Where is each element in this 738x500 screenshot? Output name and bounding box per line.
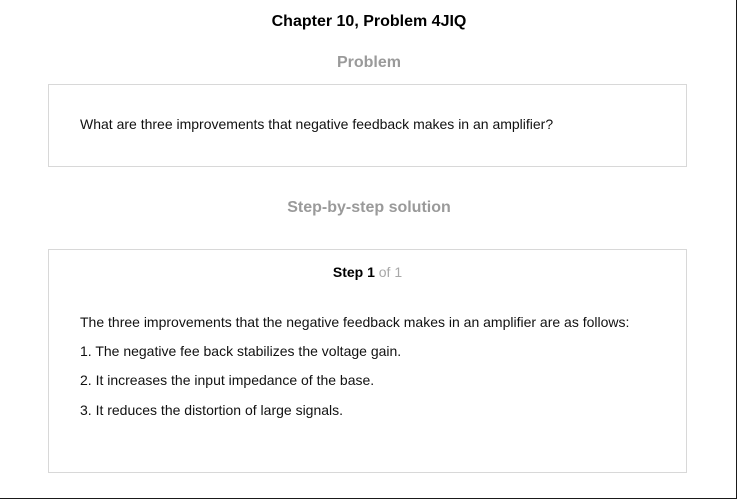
step-label: Step 1: [332, 264, 375, 280]
solution-list-item: 1. The negative fee back stabilizes the …: [80, 343, 402, 359]
step-header: Step 1 of 1: [49, 263, 686, 281]
problem-text: What are three improvements that negativ…: [80, 116, 554, 132]
problem-heading: Problem: [336, 54, 401, 71]
solution-heading: Step-by-step solution: [287, 199, 451, 216]
step-count: of 1: [378, 264, 403, 280]
solution-list-item: 2. It increases the input impedance of t…: [80, 372, 375, 388]
solution-card: Step 1 of 1 The three improvements that …: [48, 249, 687, 473]
solution-list-item: 3. It reduces the distortion of large si…: [80, 402, 344, 418]
problem-card: What are three improvements that negativ…: [48, 84, 687, 167]
page-title: Chapter 10, Problem 4JIQ: [271, 13, 467, 30]
solution-intro-text: The three improvements that the negative…: [80, 314, 630, 330]
